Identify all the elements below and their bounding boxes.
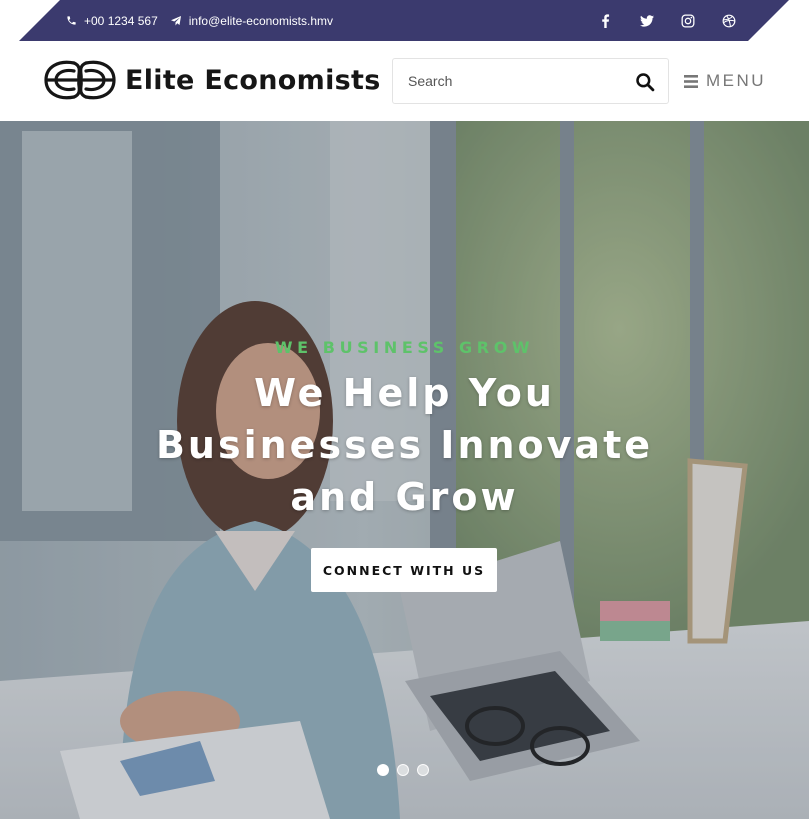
contact-info: +00 1234 567 info@elite-economists.hmv — [66, 0, 333, 41]
phone-contact[interactable]: +00 1234 567 — [66, 14, 158, 28]
phone-icon — [67, 16, 76, 25]
menu-button[interactable]: MENU — [684, 68, 766, 94]
search-input[interactable] — [408, 59, 618, 103]
twitter-icon[interactable] — [626, 0, 667, 41]
logo-mark-icon — [44, 60, 116, 100]
phone-number: +00 1234 567 — [84, 13, 158, 28]
top-bar: +00 1234 567 info@elite-economists.hmv — [0, 0, 809, 41]
slider-pagination — [377, 764, 429, 776]
dribbble-icon[interactable] — [708, 0, 749, 41]
hero-kicker: WE BUSINESS GROW — [274, 338, 535, 357]
slider-dot-1[interactable] — [377, 764, 389, 776]
slider-dot-2[interactable] — [397, 764, 409, 776]
paper-plane-icon — [170, 15, 181, 25]
social-links — [585, 0, 749, 41]
hero-slider: WE BUSINESS GROW We Help You Businesses … — [0, 121, 809, 819]
instagram-icon[interactable] — [667, 0, 708, 41]
connect-button[interactable]: CONNECT WITH US — [311, 548, 497, 592]
site-logo[interactable]: Elite Economists — [44, 57, 381, 103]
site-header: Elite Economists MENU — [0, 41, 809, 121]
search-box — [392, 58, 669, 104]
hero-title: We Help You Businesses Innovate and Grow — [155, 371, 654, 519]
search-button[interactable] — [634, 71, 656, 93]
email-address: info@elite-economists.hmv — [188, 13, 333, 28]
menu-label: MENU — [706, 71, 767, 90]
email-contact[interactable]: info@elite-economists.hmv — [170, 14, 333, 28]
facebook-icon[interactable] — [585, 0, 626, 41]
hamburger-icon — [684, 74, 698, 88]
logo-text: Elite Economists — [125, 64, 381, 96]
slider-dot-3[interactable] — [417, 764, 429, 776]
search-icon — [636, 73, 655, 92]
